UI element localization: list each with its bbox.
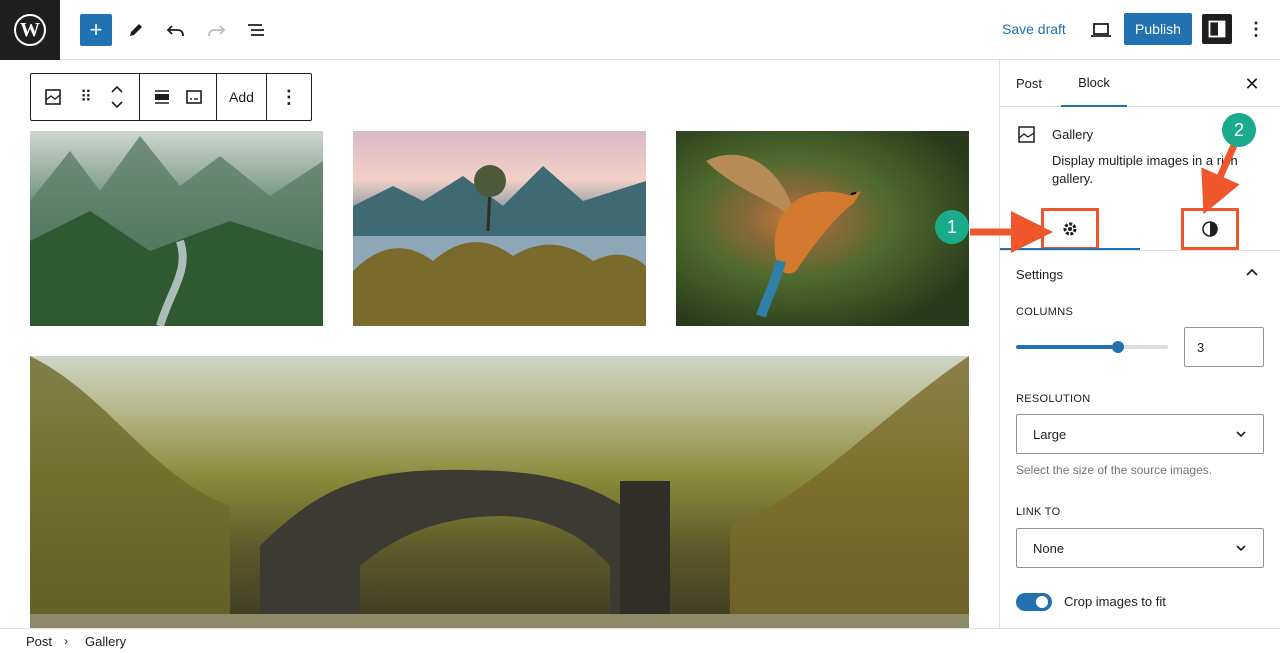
- annotation-badge-2: 2: [1222, 113, 1256, 147]
- align-wide-icon: [155, 90, 169, 104]
- columns-slider-fill: [1016, 345, 1118, 349]
- tab-post[interactable]: Post: [1016, 60, 1042, 107]
- editor-canvas: ⠿ Add ⋮: [0, 60, 999, 628]
- toggle-knob: [1036, 596, 1048, 608]
- resolution-label: RESOLUTION: [1016, 393, 1091, 405]
- columns-slider-thumb[interactable]: [1111, 341, 1124, 353]
- add-block-button[interactable]: +: [80, 14, 112, 46]
- chevron-up-icon[interactable]: [1243, 264, 1261, 282]
- settings-panel-title[interactable]: Settings: [1016, 267, 1063, 282]
- gear-icon: [1063, 222, 1077, 236]
- laptop-icon: [1091, 23, 1111, 37]
- list-view-icon: [248, 24, 264, 36]
- block-options-button[interactable]: ⋮: [273, 77, 305, 117]
- document-overview-button[interactable]: [240, 14, 272, 46]
- gallery-icon: [1018, 126, 1035, 143]
- add-group: Add: [217, 74, 267, 120]
- wordpress-icon: W: [14, 14, 46, 46]
- gallery-image-lake-tree[interactable]: [353, 131, 646, 326]
- contrast-icon: [1202, 221, 1218, 237]
- caption-icon: [186, 90, 202, 104]
- alignment-group: [140, 74, 217, 120]
- crop-images-toggle[interactable]: [1016, 593, 1052, 611]
- move-up-down-buttons[interactable]: [101, 77, 133, 117]
- lake-tree-scene: [353, 165, 646, 326]
- gallery-icon: [45, 89, 61, 105]
- pencil-icon: [130, 24, 142, 36]
- block-type-group: ⠿: [31, 74, 140, 120]
- drag-handle[interactable]: ⠿: [69, 77, 101, 117]
- more-options-button[interactable]: ⋮: [1243, 14, 1269, 44]
- add-images-button[interactable]: Add: [223, 77, 260, 117]
- caption-button[interactable]: [178, 77, 210, 117]
- gallery-image-mountain-forest[interactable]: [30, 131, 323, 326]
- columns-input[interactable]: 3: [1184, 327, 1264, 367]
- resolution-value: Large: [1033, 426, 1067, 442]
- link-to-value: None: [1033, 540, 1065, 556]
- block-toolbar: ⠿ Add ⋮: [30, 73, 312, 121]
- chevron-down-icon: [1236, 545, 1246, 552]
- chevron-down-icon: [1236, 431, 1246, 438]
- wordpress-logo[interactable]: W: [0, 0, 60, 60]
- vertical-ellipsis-icon: ⋮: [279, 86, 298, 107]
- link-to-select[interactable]: None: [1016, 528, 1264, 568]
- chevron-right-icon: ›: [64, 634, 68, 648]
- tab-block-styles[interactable]: [1181, 208, 1239, 250]
- top-toolbar: W + Save draft Publish ⋮: [0, 0, 1280, 60]
- block-options-group: ⋮: [267, 74, 311, 120]
- active-tab-indicator: [1000, 248, 1140, 250]
- block-inspector-tabs: [1000, 200, 1280, 251]
- resolution-select[interactable]: Large: [1016, 414, 1264, 454]
- tab-block[interactable]: Block: [1061, 60, 1127, 107]
- link-to-label: LINK TO: [1016, 506, 1061, 518]
- undo-button[interactable]: [160, 14, 192, 46]
- drag-handle-icon: ⠿: [80, 89, 92, 106]
- gallery-block-button[interactable]: [37, 77, 69, 117]
- kingfisher-scene: [706, 154, 861, 318]
- tab-block-settings[interactable]: [1041, 208, 1099, 250]
- chevron-up-down-icon: [111, 85, 123, 109]
- save-draft-button[interactable]: Save draft: [1002, 21, 1066, 37]
- align-button[interactable]: [146, 77, 178, 117]
- preview-button[interactable]: [1086, 14, 1116, 46]
- columns-slider[interactable]: [1016, 341, 1168, 353]
- gallery-image-stone-bridge[interactable]: [30, 356, 969, 628]
- gallery-image-kingfisher[interactable]: [676, 131, 969, 326]
- breadcrumb-post[interactable]: Post: [26, 634, 52, 649]
- settings-toggle-button[interactable]: [1202, 14, 1232, 44]
- breadcrumb-gallery[interactable]: Gallery: [85, 634, 126, 649]
- sidebar-icon: [1208, 20, 1226, 38]
- resolution-help-text: Select the size of the source images.: [1016, 463, 1213, 477]
- publish-button[interactable]: Publish: [1124, 13, 1192, 45]
- annotation-badge-1: 1: [935, 210, 969, 244]
- edit-tools-button[interactable]: [120, 14, 152, 46]
- crop-images-label: Crop images to fit: [1064, 594, 1166, 609]
- redo-button[interactable]: [200, 14, 232, 46]
- mountain-forest-scene: [30, 136, 323, 326]
- sidebar-tabs: Post Block ✕: [1000, 60, 1280, 107]
- vertical-ellipsis-icon: ⋮: [1247, 18, 1265, 39]
- breadcrumb: Post › Gallery: [0, 628, 1280, 653]
- close-sidebar-button[interactable]: ✕: [1240, 72, 1264, 96]
- columns-label: COLUMNS: [1016, 306, 1074, 318]
- block-description: Display multiple images in a rich galler…: [1052, 153, 1238, 186]
- stone-bridge-scene: [30, 356, 969, 628]
- block-title: Gallery: [1052, 127, 1094, 142]
- close-icon: ✕: [1244, 73, 1260, 94]
- undo-icon: [166, 25, 184, 36]
- redo-icon: [208, 25, 226, 36]
